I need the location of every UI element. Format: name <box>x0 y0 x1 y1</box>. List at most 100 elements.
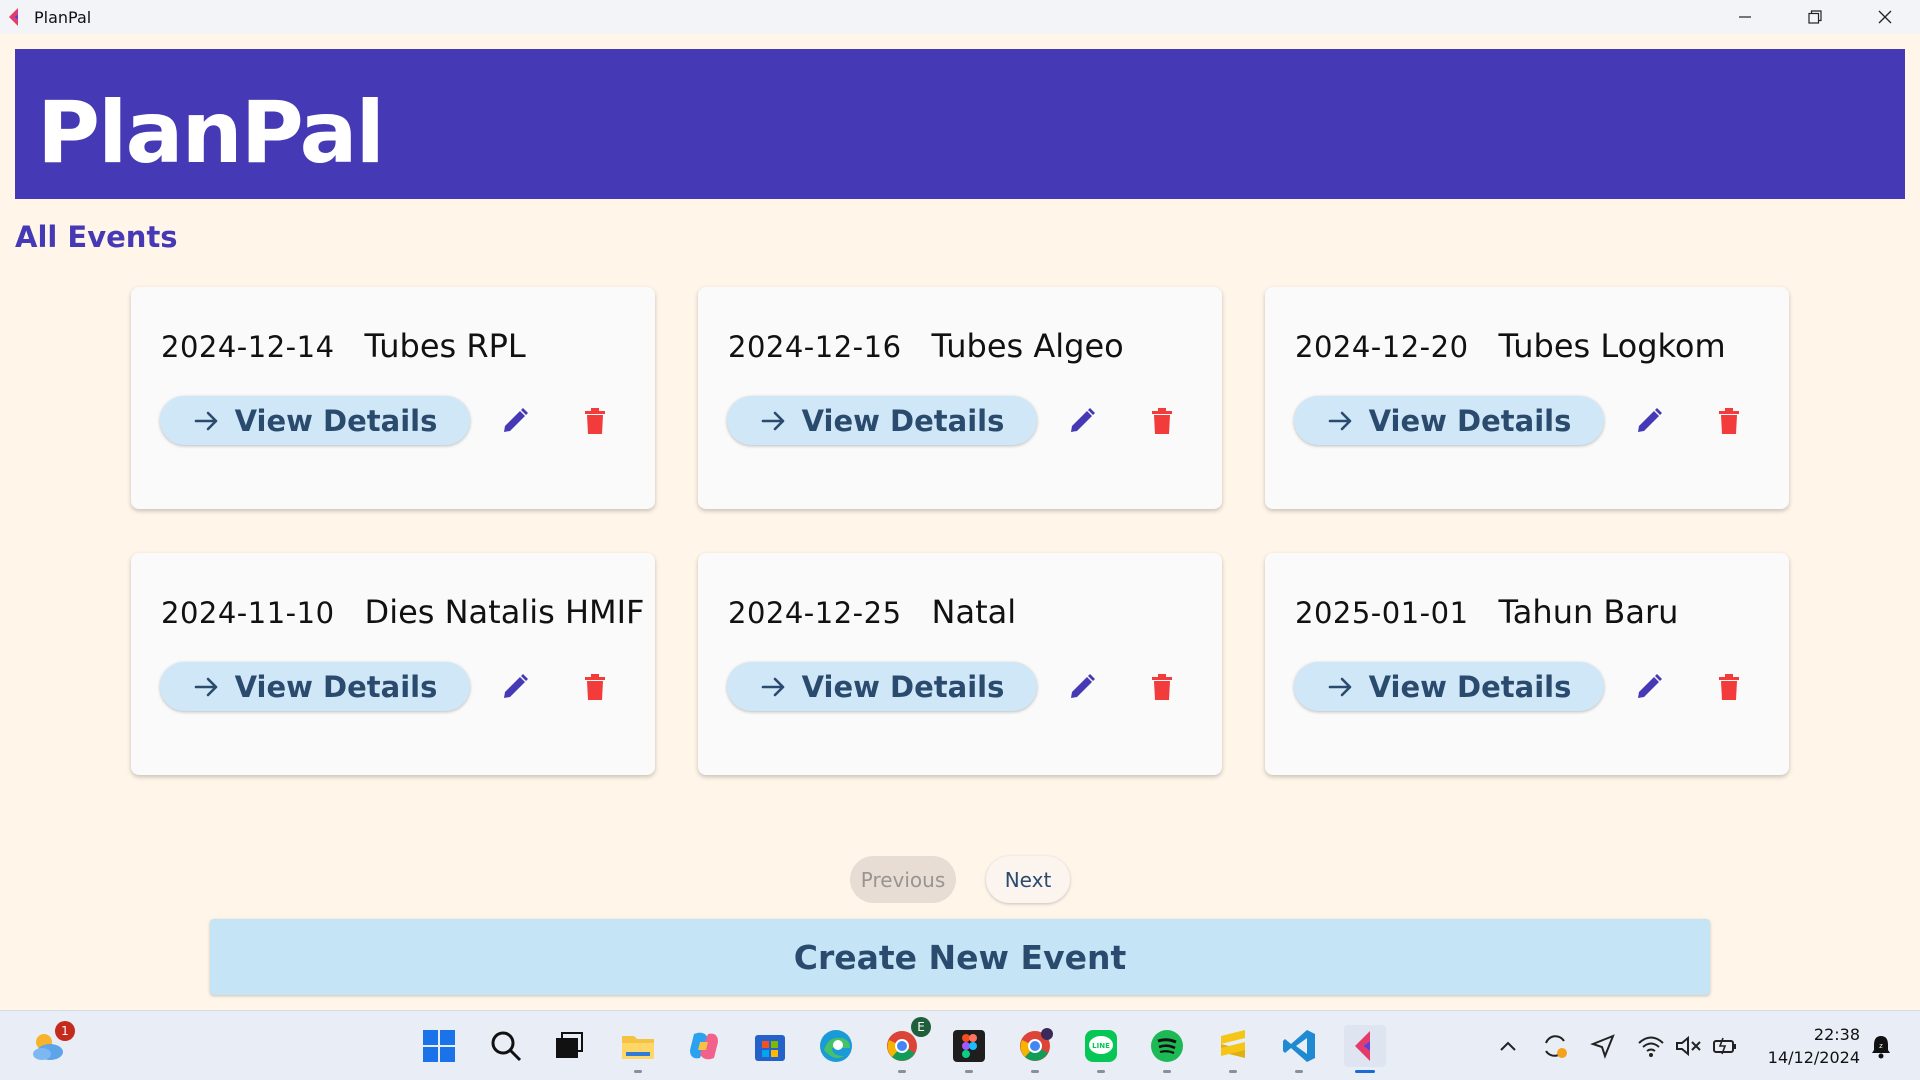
edge-button[interactable] <box>815 1025 857 1067</box>
trash-icon <box>1719 408 1739 434</box>
running-indicator <box>1097 1070 1105 1073</box>
search-icon <box>491 1031 522 1062</box>
spotify-button[interactable] <box>1146 1025 1188 1073</box>
notification-center-button[interactable]: z <box>1860 1025 1902 1067</box>
running-indicator <box>1031 1070 1039 1073</box>
volume-tray-button[interactable] <box>1667 1025 1709 1067</box>
pencil-icon <box>1071 408 1095 432</box>
trash-icon <box>585 674 605 700</box>
sync-icon <box>1545 1035 1567 1058</box>
running-indicator <box>1229 1070 1237 1073</box>
event-card-header: 2025-01-01 Tahun Baru <box>1295 593 1678 631</box>
edit-button[interactable] <box>497 669 533 705</box>
chrome-icon <box>1020 1028 1053 1061</box>
view-details-button[interactable]: View Details <box>160 396 470 445</box>
arrow-right-icon <box>193 673 221 701</box>
view-details-label: View Details <box>1368 403 1572 438</box>
sublime-button[interactable] <box>1212 1025 1254 1073</box>
sublime-icon <box>1221 1030 1245 1058</box>
event-date: 2025-01-01 <box>1295 596 1469 630</box>
event-name: Natal <box>931 593 1017 631</box>
event-date: 2024-12-20 <box>1295 330 1469 364</box>
view-details-button[interactable]: View Details <box>160 662 470 711</box>
file-explorer-button[interactable] <box>617 1025 659 1073</box>
view-details-button[interactable]: View Details <box>1294 662 1604 711</box>
line-icon: LINE <box>1085 1030 1117 1062</box>
event-name: Tahun Baru <box>1498 593 1679 631</box>
running-indicator <box>634 1070 642 1073</box>
delete-button[interactable] <box>1144 403 1180 439</box>
chrome-button[interactable] <box>1014 1025 1056 1073</box>
view-details-label: View Details <box>234 669 438 704</box>
edit-button[interactable] <box>1064 403 1100 439</box>
task-view-button[interactable] <box>548 1025 590 1067</box>
figma-button[interactable] <box>948 1025 990 1073</box>
profile-letter-badge: E <box>911 1017 931 1037</box>
app-window: PlanPal All Events 2024-12-14 Tubes RPL … <box>0 34 1920 1010</box>
delete-button[interactable] <box>1711 403 1747 439</box>
delete-button[interactable] <box>1144 669 1180 705</box>
delete-button[interactable] <box>577 669 613 705</box>
weather-widget[interactable]: 1 <box>27 1021 75 1067</box>
trash-icon <box>1719 674 1739 700</box>
event-date: 2024-12-16 <box>728 330 902 364</box>
next-button[interactable]: Next <box>986 856 1070 903</box>
show-hidden-icons-button[interactable] <box>1488 1025 1528 1067</box>
event-date: 2024-12-14 <box>161 330 335 364</box>
create-event-button[interactable]: Create New Event <box>210 919 1710 995</box>
file-explorer-icon <box>622 1036 654 1059</box>
clock-date: 14/12/2024 <box>1767 1048 1860 1067</box>
restore-button[interactable] <box>1780 0 1850 34</box>
wifi-tray-button[interactable] <box>1630 1025 1672 1067</box>
delete-button[interactable] <box>577 403 613 439</box>
line-button[interactable]: LINE <box>1080 1025 1122 1073</box>
location-tray-button[interactable] <box>1582 1025 1624 1067</box>
event-card: 2024-12-16 Tubes Algeo View Details <box>698 287 1222 509</box>
pencil-icon <box>1638 408 1662 432</box>
start-button[interactable] <box>418 1025 460 1067</box>
arrow-right-icon <box>760 407 788 435</box>
figma-icon <box>953 1030 985 1062</box>
copilot-icon <box>690 1032 718 1060</box>
delete-button[interactable] <box>1711 669 1747 705</box>
view-details-button[interactable]: View Details <box>727 396 1037 445</box>
chrome-profile-button[interactable]: E <box>881 1017 931 1073</box>
copilot-button[interactable] <box>683 1025 725 1067</box>
event-card: 2024-12-20 Tubes Logkom View Details <box>1265 287 1789 509</box>
event-card: 2024-12-25 Natal View Details <box>698 553 1222 775</box>
view-details-label: View Details <box>234 403 438 438</box>
minimize-button[interactable] <box>1710 0 1780 34</box>
edit-button[interactable] <box>1631 403 1667 439</box>
arrow-right-icon <box>1327 673 1355 701</box>
previous-button[interactable]: Previous <box>850 856 956 903</box>
event-card-header: 2024-12-14 Tubes RPL <box>161 327 526 365</box>
sync-tray-button[interactable] <box>1534 1025 1576 1067</box>
event-card: 2025-01-01 Tahun Baru View Details <box>1265 553 1789 775</box>
window-controls <box>1710 0 1920 34</box>
search-button[interactable] <box>485 1025 527 1067</box>
edit-button[interactable] <box>1631 669 1667 705</box>
svg-text:LINE: LINE <box>1092 1042 1110 1050</box>
pencil-icon <box>504 408 528 432</box>
event-name: Tubes Algeo <box>931 327 1124 365</box>
vscode-button[interactable] <box>1278 1025 1320 1073</box>
battery-tray-button[interactable] <box>1704 1025 1746 1067</box>
planpal-taskbar-button[interactable] <box>1344 1025 1386 1073</box>
running-indicator <box>965 1070 973 1073</box>
close-button[interactable] <box>1850 0 1920 34</box>
event-date: 2024-11-10 <box>161 596 335 630</box>
view-details-button[interactable]: View Details <box>727 662 1037 711</box>
notification-bell-icon: z <box>1872 1036 1890 1059</box>
store-button[interactable] <box>749 1025 791 1067</box>
vscode-icon <box>1283 1030 1315 1062</box>
view-details-button[interactable]: View Details <box>1294 396 1604 445</box>
edit-button[interactable] <box>1064 669 1100 705</box>
event-grid: 2024-12-14 Tubes RPL View Details 2024-1… <box>131 287 1789 775</box>
taskbar: 1 E LINE 22:38 14/12/2024 z <box>0 1010 1920 1080</box>
edge-icon <box>820 1030 852 1062</box>
edit-button[interactable] <box>497 403 533 439</box>
event-name: Dies Natalis HMIF <box>364 593 645 631</box>
running-indicator <box>1163 1070 1171 1073</box>
clock[interactable]: 22:38 14/12/2024 <box>1768 1023 1860 1069</box>
event-card-header: 2024-12-25 Natal <box>728 593 1016 631</box>
